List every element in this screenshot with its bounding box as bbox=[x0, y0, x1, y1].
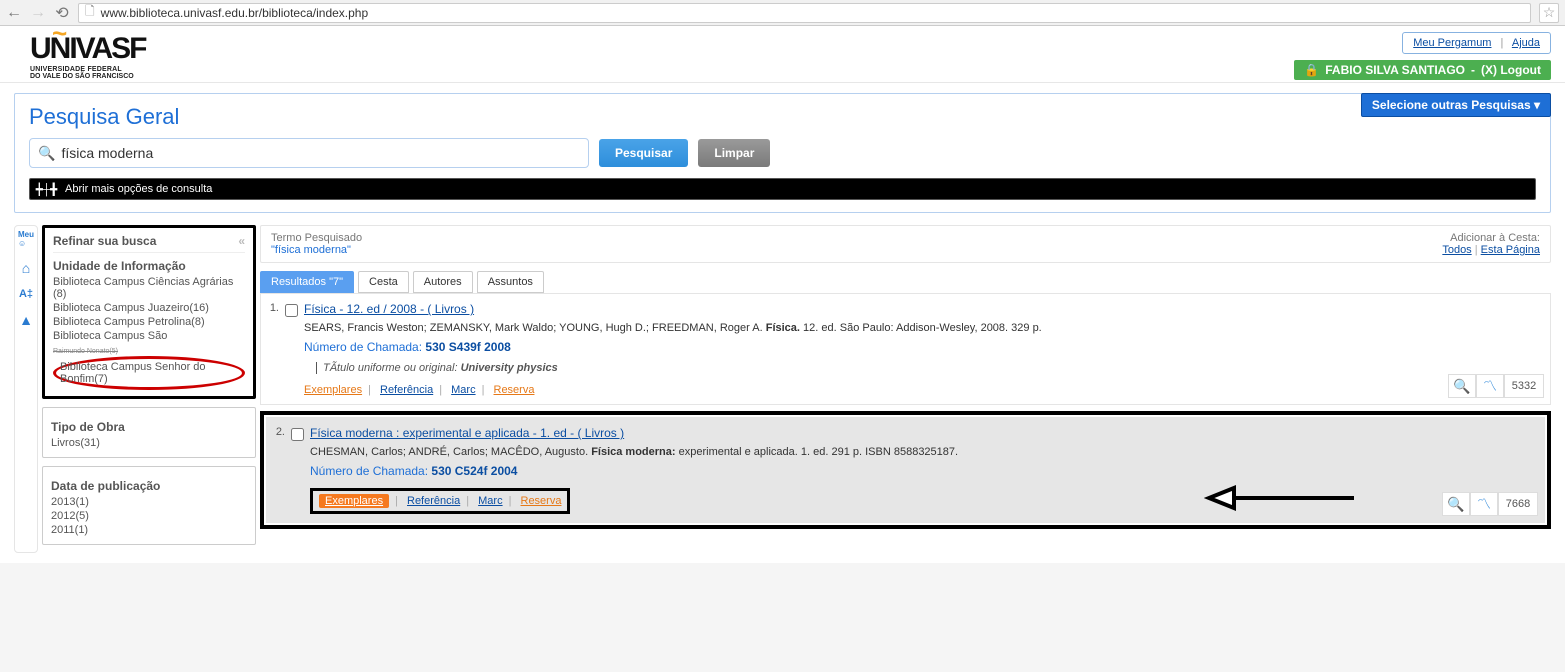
unit-link-highlighted[interactable]: Biblioteca Campus Senhor do Bonfim(7) bbox=[60, 361, 206, 385]
logo-subtitle2: DO VALE DO SÃO FRANCISCO bbox=[30, 73, 145, 80]
unit-link[interactable]: Biblioteca Campus Juazeiro(16) bbox=[53, 302, 245, 314]
refine-title: Refinar sua busca bbox=[53, 234, 156, 248]
rail-meu-icon[interactable]: Meu☺ bbox=[18, 230, 34, 248]
unit-heading: Unidade de Informação bbox=[53, 259, 245, 273]
search-button[interactable]: Pesquisar bbox=[599, 139, 688, 167]
logout-link[interactable]: (X) Logout bbox=[1481, 63, 1541, 77]
result-checkbox[interactable] bbox=[291, 428, 304, 441]
result-meta: SEARS, Francis Weston; ZEMANSKY, Mark Wa… bbox=[304, 322, 1540, 334]
my-pergamum-link[interactable]: Meu Pergamum bbox=[1413, 37, 1491, 49]
result-checkbox[interactable] bbox=[285, 304, 298, 317]
rail-font-icon[interactable]: A‡ bbox=[19, 288, 33, 300]
result-number: 1. bbox=[267, 302, 279, 314]
page-title: Pesquisa Geral bbox=[29, 104, 1536, 130]
date-link[interactable]: 2011(1) bbox=[51, 524, 247, 536]
exemplares-button[interactable]: Exemplares bbox=[319, 494, 389, 508]
more-options-bar[interactable]: ┿┼╋ Abrir mais opções de consulta bbox=[29, 178, 1536, 200]
tab-subjects[interactable]: Assuntos bbox=[477, 271, 544, 293]
page-icon: 🗋 bbox=[85, 2, 95, 23]
stats-icon[interactable]: 〽 bbox=[1476, 374, 1504, 398]
user-name: FABIO SILVA SANTIAGO bbox=[1325, 63, 1465, 77]
tab-basket[interactable]: Cesta bbox=[358, 271, 409, 293]
logo: ~UNIVASF UNIVERSIDADE FEDERAL DO VALE DO… bbox=[30, 32, 145, 80]
stats-icon[interactable]: 〽 bbox=[1470, 492, 1498, 516]
search-input[interactable] bbox=[61, 145, 580, 161]
date-link[interactable]: 2013(1) bbox=[51, 496, 247, 508]
bookmark-star-icon[interactable]: ☆ bbox=[1539, 3, 1559, 23]
back-icon[interactable]: ← bbox=[6, 5, 22, 21]
exemplares-link[interactable]: Exemplares bbox=[304, 384, 362, 396]
unit-link[interactable]: Biblioteca Campus São bbox=[53, 330, 245, 342]
referencia-link[interactable]: Referência bbox=[380, 384, 433, 396]
marc-link[interactable]: Marc bbox=[451, 384, 475, 396]
result-code: 5332 bbox=[1504, 374, 1544, 398]
add-cart-label: Adicionar à Cesta: bbox=[1442, 232, 1540, 244]
help-link[interactable]: Ajuda bbox=[1512, 37, 1540, 49]
term-value: "física moderna" bbox=[271, 244, 362, 256]
forward-icon[interactable]: → bbox=[30, 5, 46, 21]
add-page-link[interactable]: Esta Página bbox=[1481, 244, 1540, 256]
side-rail: Meu☺ ⌂ A‡ ▲ bbox=[14, 225, 38, 553]
date-link[interactable]: 2012(5) bbox=[51, 510, 247, 522]
marc-link[interactable]: Marc bbox=[478, 495, 502, 507]
logo-subtitle1: UNIVERSIDADE FEDERAL bbox=[30, 66, 145, 73]
lock-icon: 🔒 bbox=[1304, 63, 1319, 77]
type-link[interactable]: Livros(31) bbox=[51, 437, 247, 449]
user-bar: 🔒 FABIO SILVA SANTIAGO - (X) Logout bbox=[1294, 60, 1551, 80]
tab-authors[interactable]: Autores bbox=[413, 271, 473, 293]
url-bar[interactable]: 🗋 www.biblioteca.univasf.edu.br/bibliote… bbox=[78, 3, 1531, 23]
rail-home-icon[interactable]: ⌂ bbox=[22, 260, 30, 276]
call-label: Número de Chamada: bbox=[304, 340, 425, 354]
tab-results[interactable]: Resultados "7" bbox=[260, 271, 354, 293]
plus-icon: ┿┼╋ bbox=[36, 183, 57, 196]
detail-icon[interactable]: 🔍 bbox=[1442, 492, 1470, 516]
unit-link[interactable]: Biblioteca Campus Petrolina(8) bbox=[53, 316, 245, 328]
search-icon: 🔍 bbox=[38, 145, 55, 162]
call-value: 530 C524f 2004 bbox=[431, 464, 517, 478]
type-heading: Tipo de Obra bbox=[51, 420, 247, 434]
call-label: Número de Chamada: bbox=[310, 464, 431, 478]
result-title-link[interactable]: Física - 12. ed / 2008 - ( Livros ) bbox=[304, 302, 474, 316]
other-searches-button[interactable]: Selecione outras Pesquisas ▾ bbox=[1361, 93, 1551, 117]
reserva-link[interactable]: Reserva bbox=[494, 384, 535, 396]
call-value: 530 S439f 2008 bbox=[425, 340, 510, 354]
term-label: Termo Pesquisado bbox=[271, 232, 362, 244]
rail-up-icon[interactable]: ▲ bbox=[19, 312, 33, 328]
result-title-link[interactable]: Física moderna : experimental e aplicada… bbox=[310, 426, 624, 440]
result-number: 2. bbox=[273, 426, 285, 438]
result-code: 7668 bbox=[1498, 492, 1538, 516]
detail-icon[interactable]: 🔍 bbox=[1448, 374, 1476, 398]
chevron-left-icon[interactable]: « bbox=[238, 234, 245, 248]
logo-text: UNIVASF bbox=[30, 32, 145, 65]
referencia-link[interactable]: Referência bbox=[407, 495, 460, 507]
unit-link[interactable]: Biblioteca Campus Ciências Agrárias (8) bbox=[53, 276, 245, 300]
reserva-link[interactable]: Reserva bbox=[521, 495, 562, 507]
annotation-arrow bbox=[1204, 478, 1364, 518]
clear-button[interactable]: Limpar bbox=[698, 139, 770, 167]
add-all-link[interactable]: Todos bbox=[1442, 244, 1471, 256]
date-heading: Data de publicação bbox=[51, 479, 247, 493]
result-meta: CHESMAN, Carlos; ANDRÉ, Carlos; MACÊDO, … bbox=[310, 446, 1534, 458]
url-text: www.biblioteca.univasf.edu.br/biblioteca… bbox=[101, 6, 369, 20]
